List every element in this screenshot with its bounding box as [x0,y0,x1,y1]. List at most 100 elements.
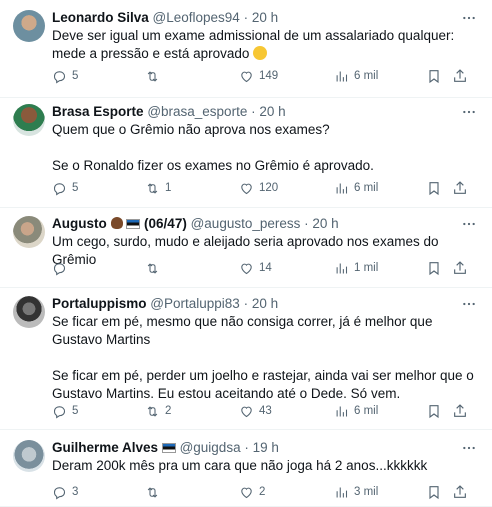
bookmark-button[interactable] [426,66,442,86]
retweet-icon [145,69,160,84]
separator-dot: · [243,296,249,311]
views-button[interactable]: 6 mil [334,178,378,198]
reply-count: 3 [72,486,79,498]
user-handle[interactable]: @brasa_esporte [147,104,247,119]
display-name[interactable]: Augusto [52,216,107,231]
separator-dot: · [251,104,256,119]
like-count: 120 [259,182,279,194]
user-handle[interactable]: @augusto_peress [191,216,301,231]
share-button[interactable] [452,178,468,198]
tweet-header: Augusto (06/47) @augusto_peress · 20 h [52,215,339,233]
reply-button[interactable] [52,258,72,278]
tweet-header: Portaluppismo @Portaluppi83 · 20 h [52,295,278,313]
share-icon [452,260,468,276]
tweet-text: Deve ser igual um exame admissional de u… [52,27,480,63]
tweet[interactable]: Augusto (06/47) @augusto_peress · 20 h Um… [0,208,492,288]
mate-icon [110,217,123,229]
tweet-header: Guilherme Alves @guigdsa · 19 h [52,439,279,457]
reply-button[interactable]: 5 [52,178,78,198]
retweet-count: 1 [165,182,172,194]
bookmark-button[interactable] [426,178,442,198]
like-button[interactable]: 14 [239,258,272,278]
views-button[interactable]: 6 mil [334,66,378,86]
more-icon[interactable] [460,103,478,121]
reply-button[interactable]: 3 [52,482,78,502]
user-handle[interactable]: @guigdsa [180,440,241,455]
tweet-actions: 5 149 6 mil [52,66,472,86]
avatar[interactable] [13,296,45,328]
timestamp[interactable]: 19 h [253,440,279,455]
tweet-paragraph: Deve ser igual um exame admissional de u… [52,27,480,63]
retweet-icon [145,404,160,419]
tweet-actions: 14 1 mil [52,258,472,278]
like-button[interactable]: 120 [239,178,278,198]
display-name[interactable]: Leonardo Silva [52,10,149,25]
like-icon [239,404,254,419]
share-icon [452,403,468,419]
more-icon[interactable] [460,295,478,313]
display-name[interactable]: Guilherme Alves [52,440,158,455]
retweet-button[interactable] [145,258,165,278]
retweet-icon [145,261,160,276]
separator-dot: · [244,440,249,455]
views-count: 6 mil [354,182,379,194]
flag-icon [161,443,176,453]
tweet-paragraph-text: Deram 200k mês pra um cara que não joga … [52,458,428,473]
views-button[interactable]: 6 mil [334,401,378,421]
views-button[interactable]: 3 mil [334,482,378,502]
reply-icon [52,261,67,276]
tweet-text: Deram 200k mês pra um cara que não joga … [52,457,480,475]
bookmark-button[interactable] [426,401,442,421]
share-button[interactable] [452,258,468,278]
timestamp[interactable]: 20 h [252,296,278,311]
share-button[interactable] [452,66,468,86]
bookmark-button[interactable] [426,258,442,278]
tweet[interactable]: Guilherme Alves @guigdsa · 19 h Deram 200… [0,430,492,507]
display-name[interactable]: Brasa Esporte [52,104,144,119]
avatar[interactable] [13,216,45,248]
tweet[interactable]: Brasa Esporte @brasa_esporte · 20 h Quem … [0,98,492,208]
tweet[interactable]: Portaluppismo @Portaluppi83 · 20 h Se fic… [0,288,492,430]
reply-button[interactable]: 5 [52,66,78,86]
retweet-button[interactable]: 2 [145,401,171,421]
user-handle[interactable]: @Portaluppi83 [150,296,240,311]
display-name[interactable]: Portaluppismo [52,296,147,311]
views-icon [334,404,349,419]
avatar[interactable] [13,104,45,136]
separator-dot: · [243,10,249,25]
retweet-button[interactable] [145,66,165,86]
views-icon [334,181,349,196]
tweet-text: Se ficar em pé, mesmo que não consiga co… [52,313,480,403]
like-button[interactable]: 43 [239,401,272,421]
bookmark-icon [426,403,442,419]
like-icon [239,261,254,276]
retweet-button[interactable]: 1 [145,178,171,198]
tweet[interactable]: Leonardo Silva @Leoflopes94 · 20 h Deve s… [0,0,492,98]
like-button[interactable]: 2 [239,482,265,502]
retweet-icon [145,485,160,500]
tweet-paragraph: Se ficar em pé, mesmo que não consiga co… [52,313,480,349]
laughing-tears-emoji-icon [253,46,268,60]
share-button[interactable] [452,482,468,502]
more-icon[interactable] [460,439,478,457]
views-button[interactable]: 1 mil [334,258,378,278]
tweet-paragraph-text: Se o Ronaldo fizer os exames no Grêmio é… [52,158,374,173]
share-icon [452,180,468,196]
retweet-button[interactable] [145,482,165,502]
timestamp[interactable]: 20 h [252,10,278,25]
reply-icon [52,404,67,419]
reply-button[interactable]: 5 [52,401,78,421]
user-handle[interactable]: @Leoflopes94 [153,10,240,25]
timestamp[interactable]: 20 h [312,216,338,231]
tweet-paragraph: Se o Ronaldo fizer os exames no Grêmio é… [52,157,480,175]
avatar[interactable] [13,10,45,42]
timestamp[interactable]: 20 h [259,104,285,119]
bookmark-button[interactable] [426,482,442,502]
like-button[interactable]: 149 [239,66,278,86]
share-button[interactable] [452,401,468,421]
avatar[interactable] [13,440,45,472]
more-icon[interactable] [460,9,478,27]
more-icon[interactable] [460,215,478,233]
tweet-actions: 5 1 120 6 mil [52,178,472,198]
retweet-count: 2 [165,405,172,417]
